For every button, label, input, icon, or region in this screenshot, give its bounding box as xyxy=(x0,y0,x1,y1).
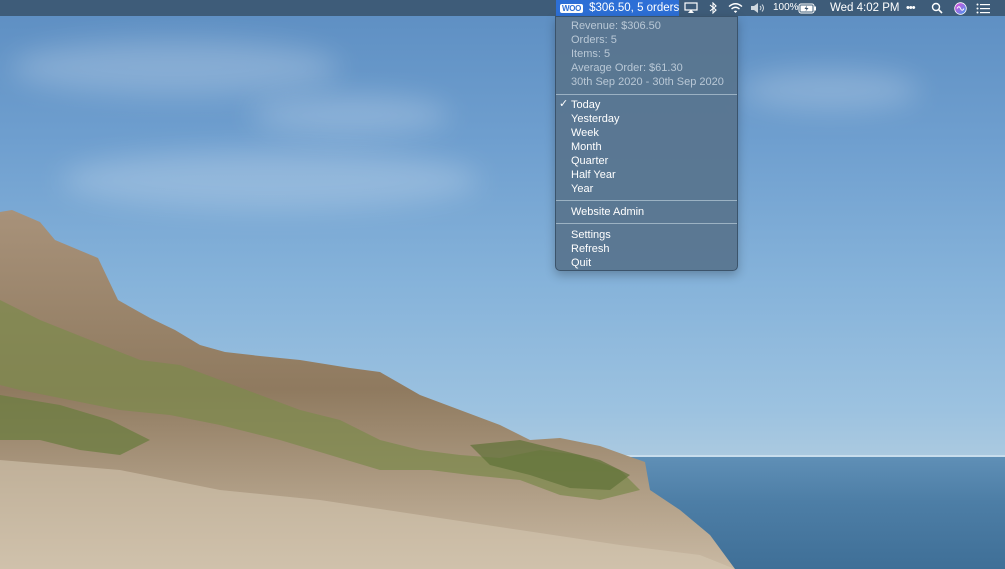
menu-separator xyxy=(556,200,737,201)
date-range-info: 30th Sep 2020 - 30th Sep 2020 xyxy=(571,76,724,88)
woo-status-item[interactable]: WOO $306.50, 5 orders xyxy=(556,0,679,16)
menu-separator xyxy=(556,223,737,224)
siri-icon[interactable] xyxy=(954,0,967,16)
spotlight-search-icon[interactable] xyxy=(931,0,943,16)
battery-icon[interactable] xyxy=(798,0,817,16)
woo-logo-icon: WOO xyxy=(560,3,584,13)
period-week[interactable]: Week xyxy=(571,126,731,140)
bluetooth-icon[interactable] xyxy=(708,0,718,16)
revenue-info: Revenue: $306.50 xyxy=(571,20,661,32)
checkmark-icon: ✓ xyxy=(559,98,569,110)
quit-item[interactable]: Quit xyxy=(571,256,731,270)
cliff-landscape xyxy=(0,210,735,569)
settings-item[interactable]: Settings xyxy=(571,228,731,242)
wifi-icon[interactable] xyxy=(728,0,743,16)
period-month[interactable]: Month xyxy=(571,140,731,154)
menu-separator xyxy=(556,94,737,95)
period-today[interactable]: Today xyxy=(571,98,731,112)
woo-dropdown-menu: Revenue: $306.50 Orders: 5 Items: 5 Aver… xyxy=(555,16,738,271)
notification-center-icon[interactable] xyxy=(976,0,990,16)
airplay-icon[interactable] xyxy=(684,0,698,16)
woo-status-text: $306.50, 5 orders xyxy=(589,2,680,14)
desktop-wallpaper xyxy=(0,0,1005,569)
refresh-item[interactable]: Refresh xyxy=(571,242,731,256)
period-yesterday[interactable]: Yesterday xyxy=(571,112,731,126)
items-info: Items: 5 xyxy=(571,48,611,60)
volume-icon[interactable] xyxy=(750,0,767,16)
period-half-year[interactable]: Half Year xyxy=(571,168,731,182)
period-year[interactable]: Year xyxy=(571,182,731,196)
more-icon[interactable]: ••• xyxy=(906,0,916,16)
average-order-info: Average Order: $61.30 xyxy=(571,62,683,74)
website-admin-item[interactable]: Website Admin xyxy=(571,205,731,219)
menu-bar: WOO $306.50, 5 orders 100% Wed 4:02 PM •… xyxy=(0,0,1005,16)
clock[interactable]: Wed 4:02 PM xyxy=(830,0,899,16)
period-quarter[interactable]: Quarter xyxy=(571,154,731,168)
orders-info: Orders: 5 xyxy=(571,34,617,46)
battery-percentage: 100% xyxy=(773,2,799,13)
